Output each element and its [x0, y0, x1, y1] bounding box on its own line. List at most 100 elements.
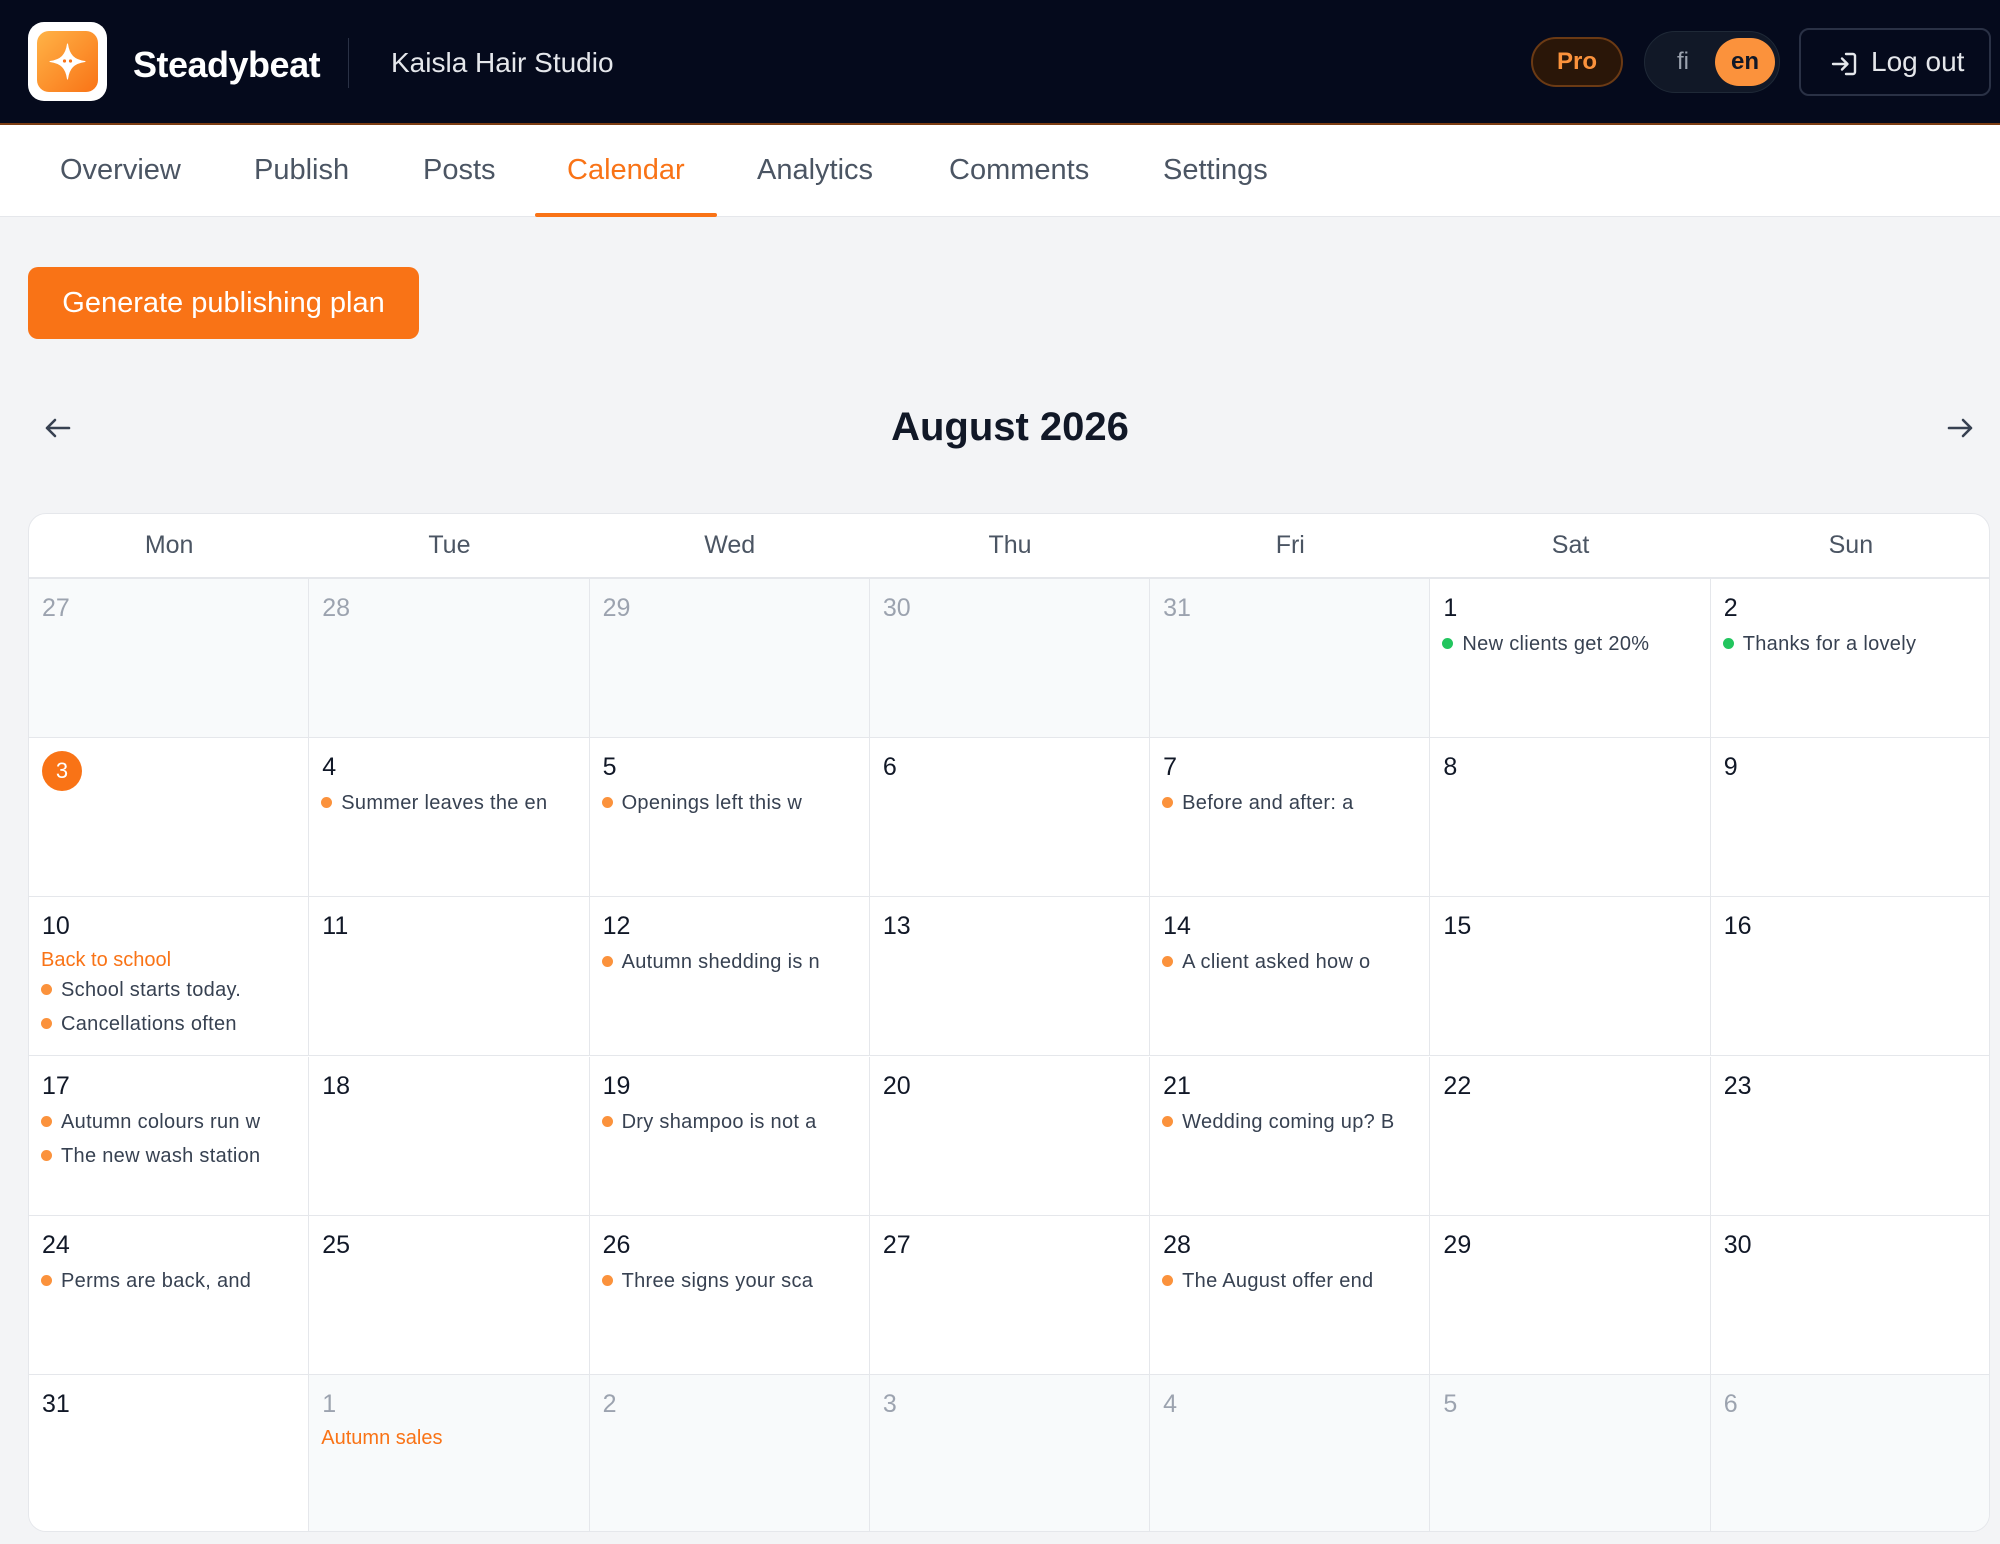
calendar-post-item[interactable]: Autumn shedding is n — [601, 945, 857, 979]
today-badge: 3 — [42, 751, 82, 792]
scheduled-dot-icon — [41, 1018, 52, 1030]
day-number: 24 — [42, 1230, 70, 1259]
calendar-day-cell[interactable]: 1 Autumn sales — [309, 1375, 590, 1531]
plan-badge: Pro — [1531, 37, 1623, 87]
calendar-post-item[interactable]: Wedding coming up? B — [1162, 1105, 1417, 1139]
next-month-button[interactable] — [1940, 408, 1980, 448]
tab-publish[interactable]: Publish — [222, 125, 381, 217]
calendar-day-cell[interactable]: 2 Thanks for a lovely — [1710, 579, 1989, 738]
tab-calendar[interactable]: Calendar — [535, 125, 717, 217]
calendar-day-cell[interactable]: 31 — [1150, 579, 1431, 738]
calendar-day-cell[interactable]: 29 — [1430, 1215, 1711, 1375]
scheduled-dot-icon — [41, 1274, 52, 1286]
day-number: 28 — [322, 594, 351, 622]
scheduled-dot-icon — [1162, 1115, 1174, 1127]
calendar-day-cell[interactable]: 23 — [1710, 1056, 1989, 1216]
calendar-day-cell[interactable]: 30 — [869, 579, 1151, 738]
calendar-day-cell[interactable]: 18 — [309, 1056, 590, 1216]
tab-analytics[interactable]: Analytics — [725, 125, 905, 217]
tab-posts[interactable]: Posts — [391, 125, 528, 217]
calendar-day-cell[interactable]: 16 — [1710, 897, 1989, 1057]
tab-comments[interactable]: Comments — [917, 125, 1121, 217]
day-number: 31 — [42, 1390, 70, 1418]
calendar-day-cell[interactable]: 13 — [869, 897, 1151, 1057]
calendar-post-item[interactable]: School starts today. — [41, 973, 296, 1007]
calendar-day-cell[interactable]: 31 — [29, 1375, 310, 1531]
post-preview-text: The August offer end — [1182, 1269, 1374, 1292]
calendar-day-cell[interactable]: 12 Autumn shedding is n — [589, 897, 870, 1057]
calendar-post-item[interactable]: Dry shampoo is not a — [601, 1105, 857, 1139]
calendar-day-cell[interactable]: 5 — [1430, 1375, 1711, 1531]
day-number: 17 — [42, 1071, 70, 1100]
day-number: 30 — [1723, 1230, 1752, 1259]
calendar-post-item[interactable]: Before and after: a — [1162, 786, 1417, 820]
calendar-day-cell[interactable]: 4 — [1150, 1375, 1431, 1531]
calendar-day-cell[interactable]: 8 — [1430, 738, 1711, 898]
calendar-day-cell[interactable]: 2 — [589, 1375, 870, 1531]
calendar-day-cell[interactable]: 29 — [589, 579, 870, 738]
calendar-post-item[interactable]: Autumn colours run w — [41, 1105, 296, 1139]
calendar-day-cell[interactable]: 17 Autumn colours run w The new wash stati… — [29, 1056, 310, 1216]
day-number: 20 — [882, 1071, 911, 1100]
calendar-day-cell[interactable]: 11 — [309, 897, 590, 1057]
calendar-day-cell[interactable]: 27 — [869, 1215, 1151, 1375]
calendar-day-cell[interactable]: 7 Before and after: a — [1150, 738, 1431, 898]
calendar-day-cell[interactable]: 6 — [1710, 1375, 1989, 1531]
calendar-day-cell[interactable]: 15 — [1430, 897, 1711, 1057]
calendar-day-cell[interactable]: 27 — [29, 579, 310, 738]
day-number: 4 — [322, 753, 337, 782]
main-tabs: Overview Publish Posts Calendar Analytic… — [0, 125, 2000, 217]
calendar-day-cell[interactable]: 24 Perms are back, and — [29, 1215, 310, 1375]
calendar-day-cell[interactable]: 4 Summer leaves the en — [309, 738, 590, 898]
calendar-post-item[interactable]: The new wash station — [41, 1139, 296, 1173]
post-preview-text: School starts today. — [61, 979, 242, 1002]
calendar-day-cell[interactable]: 20 — [869, 1056, 1151, 1216]
calendar-day-cell[interactable]: 14 A client asked how o — [1150, 897, 1431, 1057]
tab-overview[interactable]: Overview — [28, 125, 213, 217]
calendar-day-cell[interactable]: 19 Dry shampoo is not a — [589, 1056, 870, 1216]
calendar-post-item[interactable]: New clients get 20% — [1442, 627, 1697, 661]
calendar-grid: Mon Tue Wed Thu Fri Sat Sun 27 28 29 30 31 1 New cli… — [28, 513, 1990, 1532]
calendar-day-cell[interactable]: 26 Three signs your sca — [589, 1215, 870, 1375]
calendar-day-cell[interactable]: 3 — [29, 738, 310, 898]
post-preview-text: Before and after: a — [1182, 792, 1354, 815]
calendar-post-item[interactable]: Perms are back, and — [41, 1264, 296, 1298]
brand-name: Steadybeat — [133, 44, 321, 85]
logout-label: Log out — [1871, 46, 1965, 77]
post-preview-text: Dry shampoo is not a — [621, 1110, 817, 1133]
scheduled-dot-icon — [41, 984, 52, 996]
calendar-day-cell[interactable]: 9 — [1710, 738, 1989, 898]
language-option-fi[interactable]: fi — [1659, 38, 1707, 86]
calendar-post-item[interactable]: Cancellations often — [41, 1007, 296, 1041]
calendar-day-cell[interactable]: 3 — [869, 1375, 1151, 1531]
scheduled-dot-icon — [321, 797, 333, 809]
generate-plan-button[interactable]: Generate publishing plan — [28, 267, 419, 339]
calendar-post-item[interactable]: Openings left this w — [601, 786, 857, 820]
tab-settings[interactable]: Settings — [1131, 125, 1300, 217]
language-option-en[interactable]: en — [1715, 38, 1775, 86]
calendar-day-cell[interactable]: 25 — [309, 1215, 590, 1375]
calendar-day-cell[interactable]: 10 Back to school School starts today. Canc… — [29, 897, 310, 1057]
calendar-post-item[interactable]: Thanks for a lovely — [1722, 627, 1979, 661]
day-number: 27 — [42, 594, 70, 622]
post-preview-text: The new wash station — [61, 1144, 261, 1167]
calendar-post-item[interactable]: The August offer end — [1162, 1264, 1417, 1298]
day-number: 19 — [602, 1071, 631, 1100]
calendar-post-item[interactable]: Three signs your sca — [601, 1264, 857, 1298]
event-label[interactable]: Back to school — [41, 945, 296, 975]
calendar-day-cell[interactable]: 1 New clients get 20% — [1430, 579, 1711, 738]
app-logo[interactable] — [28, 22, 107, 101]
calendar-day-cell[interactable]: 28 — [309, 579, 590, 738]
calendar-day-cell[interactable]: 5 Openings left this w — [589, 738, 870, 898]
calendar-post-item[interactable]: Summer leaves the en — [321, 786, 576, 820]
calendar-post-item[interactable]: A client asked how o — [1162, 945, 1417, 979]
calendar-day-cell[interactable]: 30 — [1710, 1215, 1989, 1375]
previous-month-button[interactable] — [38, 408, 78, 448]
logout-button[interactable]: Log out — [1799, 28, 1991, 96]
calendar-day-cell[interactable]: 21 Wedding coming up? B — [1150, 1056, 1431, 1216]
calendar-day-cell[interactable]: 28 The August offer end — [1150, 1215, 1431, 1375]
calendar-day-cell[interactable]: 22 — [1430, 1056, 1711, 1216]
calendar-day-cell[interactable]: 6 — [869, 738, 1151, 898]
day-number: 2 — [1723, 594, 1738, 622]
event-label[interactable]: Autumn sales — [321, 1423, 576, 1453]
